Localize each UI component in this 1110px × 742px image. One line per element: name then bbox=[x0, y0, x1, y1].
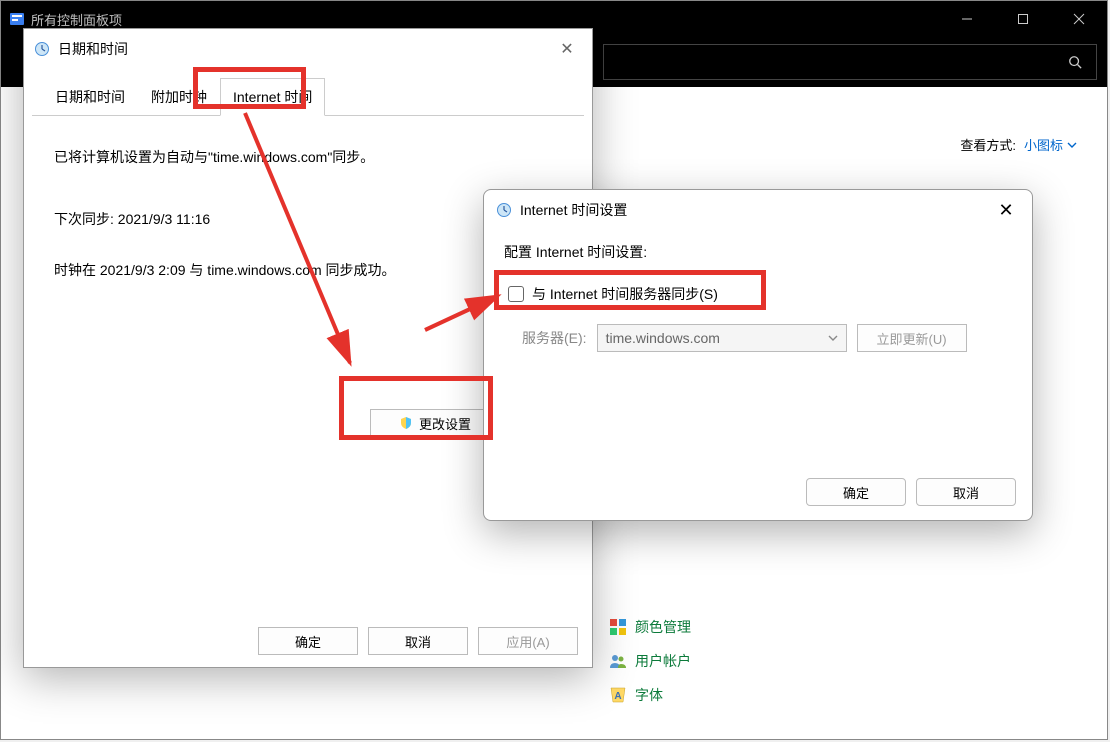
cp-item-label: 颜色管理 bbox=[635, 617, 691, 637]
shield-icon bbox=[399, 416, 413, 430]
change-settings-button[interactable]: 更改设置 bbox=[370, 409, 500, 437]
server-value: time.windows.com bbox=[606, 330, 720, 346]
server-label: 服务器(E): bbox=[522, 328, 587, 348]
its-close-button[interactable]: ✕ bbox=[992, 196, 1020, 224]
dt-buttons: 确定 取消 应用(A) bbox=[258, 627, 578, 655]
fonts-icon: A bbox=[609, 686, 627, 704]
minimize-button[interactable] bbox=[939, 1, 995, 37]
dt-apply-button[interactable]: 应用(A) bbox=[478, 627, 578, 655]
view-mode-link[interactable]: 小图标 bbox=[1024, 135, 1077, 154]
search-input[interactable] bbox=[603, 44, 1098, 80]
cp-item-label: 字体 bbox=[635, 685, 663, 705]
its-ok-button[interactable]: 确定 bbox=[806, 478, 906, 506]
its-body: 配置 Internet 时间设置: 与 Internet 时间服务器同步(S) … bbox=[484, 230, 1032, 364]
view-mode-row: 查看方式: 小图标 bbox=[960, 135, 1077, 154]
internet-time-settings-dialog: Internet 时间设置 ✕ 配置 Internet 时间设置: 与 Inte… bbox=[483, 189, 1033, 521]
sync-label: 与 Internet 时间服务器同步(S) bbox=[532, 284, 718, 304]
color-icon bbox=[609, 618, 627, 636]
change-settings-label: 更改设置 bbox=[419, 414, 471, 433]
view-label: 查看方式: bbox=[960, 135, 1016, 154]
server-combo[interactable]: time.windows.com bbox=[597, 324, 847, 352]
clock-icon bbox=[496, 202, 512, 218]
close-button[interactable] bbox=[1051, 1, 1107, 37]
control-panel-items: 颜色管理 用户帐户 A 字体 bbox=[609, 617, 691, 705]
dt-cancel-button[interactable]: 取消 bbox=[368, 627, 468, 655]
cp-item-color[interactable]: 颜色管理 bbox=[609, 617, 691, 637]
its-config-label: 配置 Internet 时间设置: bbox=[504, 242, 1012, 262]
its-title: Internet 时间设置 bbox=[520, 200, 992, 220]
chevron-down-icon bbox=[1067, 140, 1077, 150]
svg-text:A: A bbox=[614, 691, 621, 702]
dt-ok-button[interactable]: 确定 bbox=[258, 627, 358, 655]
its-buttons: 确定 取消 bbox=[806, 478, 1016, 506]
tab-date-time[interactable]: 日期和时间 bbox=[42, 78, 138, 116]
its-cancel-button[interactable]: 取消 bbox=[916, 478, 1016, 506]
cp-item-users[interactable]: 用户帐户 bbox=[609, 651, 691, 671]
dt-title: 日期和时间 bbox=[58, 39, 552, 59]
dt-tabs: 日期和时间 附加时钟 Internet 时间 bbox=[32, 69, 584, 116]
dt-sync-info: 已将计算机设置为自动与"time.windows.com"同步。 bbox=[54, 146, 562, 168]
maximize-button[interactable] bbox=[995, 1, 1051, 37]
search-icon bbox=[1068, 55, 1082, 69]
update-now-button[interactable]: 立即更新(U) bbox=[857, 324, 967, 352]
its-titlebar: Internet 时间设置 ✕ bbox=[484, 190, 1032, 230]
tab-additional-clocks[interactable]: 附加时钟 bbox=[138, 78, 220, 116]
dt-close-button[interactable]: ✕ bbox=[552, 34, 582, 64]
dt-titlebar: 日期和时间 ✕ bbox=[24, 29, 592, 69]
cp-item-fonts[interactable]: A 字体 bbox=[609, 685, 691, 705]
window-title: 所有控制面板项 bbox=[31, 10, 939, 29]
view-mode-text: 小图标 bbox=[1024, 135, 1063, 154]
its-sync-row: 与 Internet 时间服务器同步(S) bbox=[504, 280, 1012, 308]
cp-item-label: 用户帐户 bbox=[635, 651, 691, 671]
control-panel-icon bbox=[9, 11, 25, 27]
clock-icon bbox=[34, 41, 50, 57]
users-icon bbox=[609, 652, 627, 670]
sync-checkbox[interactable] bbox=[508, 286, 524, 302]
its-server-row: 服务器(E): time.windows.com 立即更新(U) bbox=[504, 324, 1012, 352]
chevron-down-icon bbox=[828, 333, 838, 343]
tab-internet-time[interactable]: Internet 时间 bbox=[220, 78, 325, 116]
window-controls bbox=[939, 1, 1107, 37]
